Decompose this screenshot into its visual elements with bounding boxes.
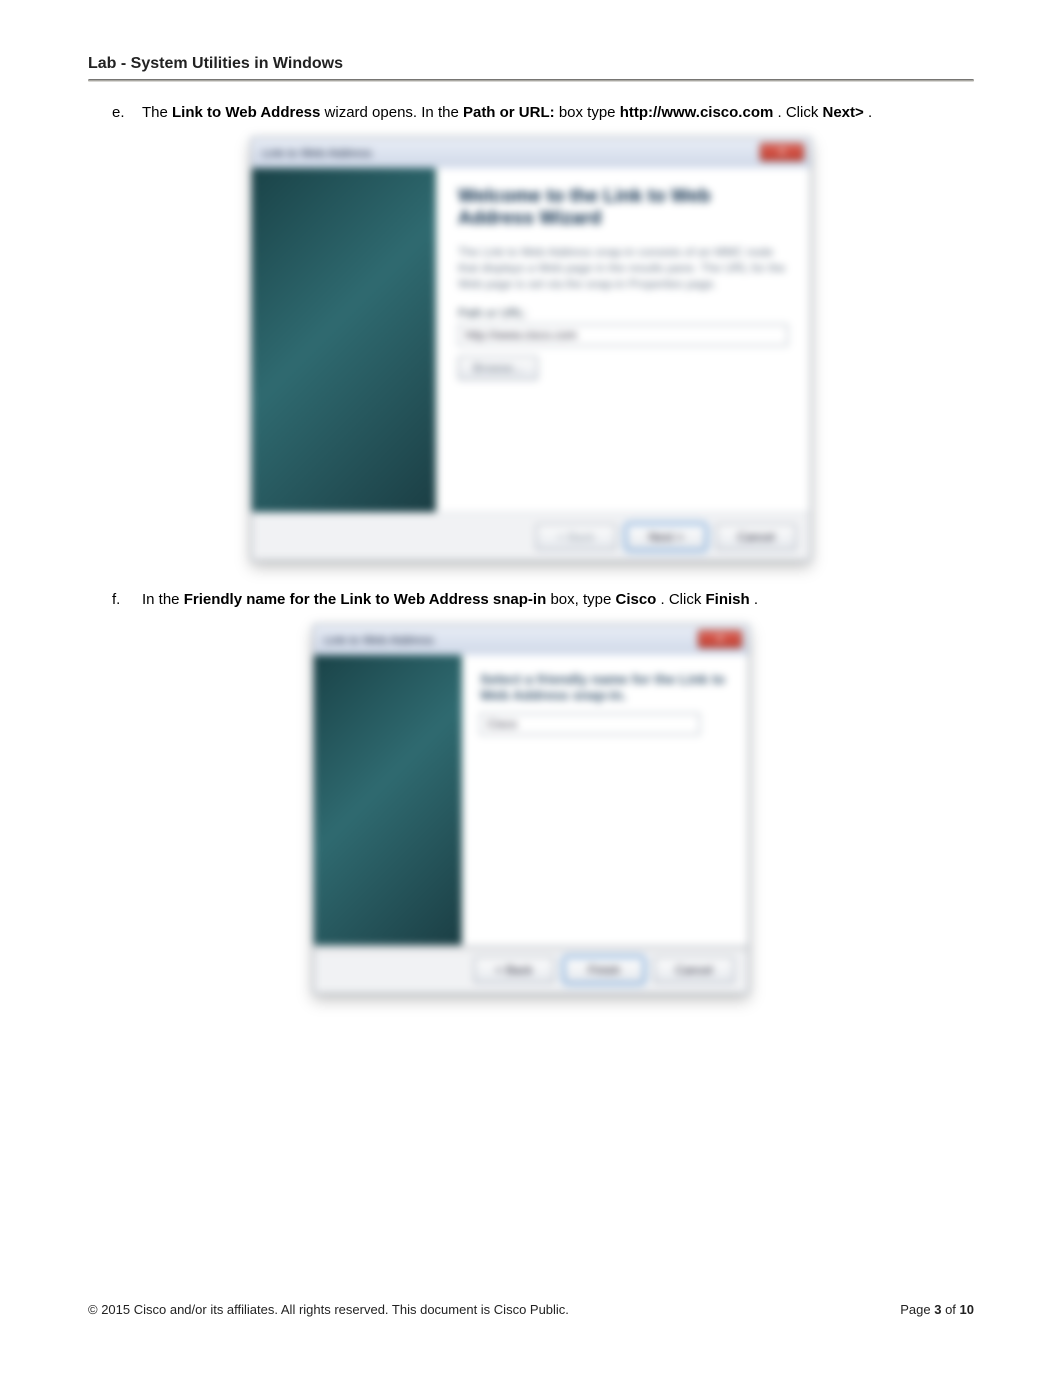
page-title: Lab - System Utilities in Windows xyxy=(88,55,974,79)
page-of: of xyxy=(945,1302,959,1317)
dialog2-side-panel xyxy=(314,655,462,945)
next-button[interactable]: Next > xyxy=(626,524,706,550)
dialog1-side-panel xyxy=(252,168,436,512)
document-page: Lab - System Utilities in Windows e. The… xyxy=(0,0,1062,1377)
dialog1-content: Welcome to the Link to Web Address Wizar… xyxy=(436,168,810,512)
text: box type xyxy=(559,104,620,121)
back-button[interactable]: < Back xyxy=(474,957,554,983)
dialog1-title-bar: Link to Web Address X xyxy=(252,138,810,168)
text: box, type xyxy=(550,591,615,608)
text: . xyxy=(868,104,872,121)
copyright-text: © 2015 Cisco and/or its affiliates. All … xyxy=(88,1302,569,1317)
page-current: 3 xyxy=(934,1302,941,1317)
page-number: Page 3 of 10 xyxy=(900,1302,974,1317)
bold-text: Friendly name for the Link to Web Addres… xyxy=(184,591,547,608)
close-button[interactable]: X xyxy=(760,143,804,161)
bold-text: Next> xyxy=(823,104,864,121)
bold-text: Path or URL: xyxy=(463,104,555,121)
step-f-marker: f. xyxy=(112,589,142,610)
wizard-dialog-2: Link to Web Address X Select a friendly … xyxy=(313,624,749,994)
dialog2-heading: Select a friendly name for the Link to W… xyxy=(480,671,730,703)
dialog2-body: Select a friendly name for the Link to W… xyxy=(314,655,748,945)
step-f-body: In the Friendly name for the Link to Web… xyxy=(142,589,974,610)
dialog1-button-row: < Back Next > Cancel xyxy=(252,512,810,560)
page-footer: © 2015 Cisco and/or its affiliates. All … xyxy=(88,1302,974,1317)
dialog1-description: The Link to Web Address snap-in consists… xyxy=(458,244,788,293)
dialog2-title-bar: Link to Web Address X xyxy=(314,625,748,655)
text: . Click xyxy=(778,104,823,121)
browse-button[interactable]: Browse... xyxy=(458,356,538,380)
step-e-marker: e. xyxy=(112,102,142,123)
step-f: f. In the Friendly name for the Link to … xyxy=(112,589,974,610)
text: In the xyxy=(142,591,184,608)
dialog2-title: Link to Web Address xyxy=(314,633,434,647)
page-label: Page xyxy=(900,1302,934,1317)
path-url-row xyxy=(458,324,788,346)
wizard-dialog-1: Link to Web Address X Welcome to the Lin… xyxy=(251,137,811,561)
text: . Click xyxy=(661,591,706,608)
path-url-input[interactable] xyxy=(458,324,788,346)
close-button[interactable]: X xyxy=(698,630,742,648)
step-e-body: The Link to Web Address wizard opens. In… xyxy=(142,102,974,123)
cancel-button[interactable]: Cancel xyxy=(654,957,734,983)
friendly-name-input[interactable] xyxy=(480,713,700,735)
dialog2-content: Select a friendly name for the Link to W… xyxy=(462,655,748,945)
dialog1-heading: Welcome to the Link to Web Address Wizar… xyxy=(458,186,788,230)
text: wizard opens. In the xyxy=(325,104,463,121)
figure-2-wrap: Link to Web Address X Select a friendly … xyxy=(88,624,974,994)
title-divider xyxy=(88,79,974,82)
dialog1-body: Welcome to the Link to Web Address Wizar… xyxy=(252,168,810,512)
bold-text: Link to Web Address xyxy=(172,104,320,121)
path-url-label: Path or URL: xyxy=(458,306,788,320)
text: . xyxy=(754,591,758,608)
dialog2-button-row: < Back Finish Cancel xyxy=(314,945,748,993)
cancel-button[interactable]: Cancel xyxy=(716,524,796,550)
dialog1-title: Link to Web Address xyxy=(252,146,372,160)
finish-button[interactable]: Finish xyxy=(564,957,644,983)
step-e: e. The Link to Web Address wizard opens.… xyxy=(112,102,974,123)
text: The xyxy=(142,104,172,121)
bold-text: Finish xyxy=(706,591,750,608)
page-total: 10 xyxy=(960,1302,974,1317)
bold-text: Cisco xyxy=(615,591,656,608)
figure-1-wrap: Link to Web Address X Welcome to the Lin… xyxy=(88,137,974,561)
bold-text: http://www.cisco.com xyxy=(620,104,774,121)
back-button[interactable]: < Back xyxy=(536,524,616,550)
